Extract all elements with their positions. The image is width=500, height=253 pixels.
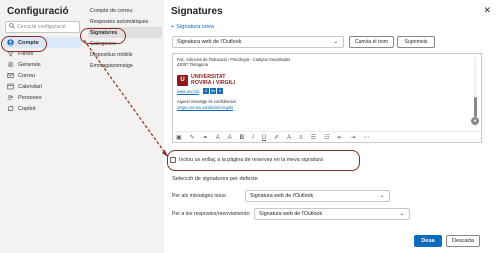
nav-item-label: Calendari xyxy=(18,83,42,90)
gear-icon xyxy=(7,61,14,68)
booking-link-checkbox-row[interactable]: Inclou un enllaç a la pàgina de reserves… xyxy=(170,154,360,166)
nav-item-copilot[interactable]: Copilot xyxy=(3,103,81,114)
search-icon xyxy=(9,23,15,31)
chevron-down-icon: ⌄ xyxy=(399,211,404,217)
mail-icon xyxy=(7,72,14,79)
person-icon xyxy=(7,39,14,46)
submenu-item-auto-replies[interactable]: Respostes automàtiques xyxy=(88,16,162,27)
logo-line-2: ROVIRA i VIRGILI xyxy=(191,80,235,86)
filter-icon xyxy=(7,50,14,57)
format-toolbar: ▣ ✎ ⚭ A A B I U ✐ A ≡ ☰ ☷ ⇤ ⇥ ⋯ xyxy=(172,131,482,143)
settings-title: Configuració xyxy=(7,6,69,17)
confidential-notice: Aquest missatge és confidencial. xyxy=(177,99,237,104)
nav-item-label: Generals xyxy=(18,61,41,68)
settings-nav-list: Compte Filtres Generals Correu Calendari… xyxy=(3,37,81,114)
social-icons: f in t xyxy=(203,88,223,94)
people-icon xyxy=(7,94,14,101)
new-messages-select[interactable]: Signatura web de l'Outlook ⌄ xyxy=(245,190,390,202)
legal-conditions-link[interactable]: Vegeu-ne les condicions legals xyxy=(177,105,233,110)
delete-button[interactable]: Suprimeix xyxy=(397,36,435,48)
signature-address: Fac. Ciències de l'Educació i Psicologia… xyxy=(177,57,290,67)
calendar-icon xyxy=(7,83,14,90)
nav-item-calendar[interactable]: Calendari xyxy=(3,81,81,92)
settings-search-input[interactable]: Cerca la configuració xyxy=(5,21,80,33)
nav-item-label: Compte xyxy=(18,39,39,46)
submenu-item-mobile-devices[interactable]: Dispositius mòbils xyxy=(88,49,162,60)
highlight-icon[interactable]: ✐ xyxy=(274,134,279,141)
nav-item-filters[interactable]: Filtres xyxy=(3,48,81,59)
submenu-item-email-account[interactable]: Compte de correu xyxy=(88,5,162,16)
outdent-icon[interactable]: ⇤ xyxy=(337,134,342,141)
submenu-item-storage[interactable]: Emmagatzematge xyxy=(88,60,162,71)
signature-line-2: 43007 Tarragona xyxy=(177,62,208,67)
editor-scrollbar-thumb[interactable] xyxy=(474,97,477,117)
image-icon[interactable]: ▣ xyxy=(176,134,182,141)
account-submenu: Compte de correu Respostes automàtiques … xyxy=(84,0,164,253)
nav-item-label: Persones xyxy=(18,94,42,101)
twitter-icon[interactable]: t xyxy=(217,88,223,94)
replies-value: Signatura web de l'Outlook xyxy=(259,211,323,217)
new-signature-label: Signatura nova xyxy=(176,24,214,30)
editor-assist-icon[interactable]: ● xyxy=(471,117,479,125)
close-icon[interactable]: ✕ xyxy=(483,5,491,16)
new-signature-button[interactable]: + Signatura nova xyxy=(171,24,214,30)
font-size-icon[interactable]: A xyxy=(216,135,220,141)
nav-item-mail[interactable]: Correu xyxy=(3,70,81,81)
font-color-icon[interactable]: A xyxy=(287,135,291,141)
underline-icon[interactable]: U xyxy=(262,135,266,141)
nav-item-people[interactable]: Persones xyxy=(3,92,81,103)
chevron-down-icon: ⌄ xyxy=(333,39,338,45)
nav-item-label: Copilot xyxy=(18,105,36,112)
booking-link-label: Inclou un enllaç a la pàgina de reserves… xyxy=(179,157,323,163)
signatures-panel: Signatures ✕ + Signatura nova Signatura … xyxy=(164,0,500,253)
signature-url-link[interactable]: www.urv.cat xyxy=(177,89,199,94)
replies-label: Per a les respostes/reenviaments: xyxy=(172,211,251,217)
nav-item-label: Correu xyxy=(18,72,36,79)
new-messages-value: Signatura web de l'Outlook xyxy=(250,193,314,199)
urv-logo-mark-icon: U xyxy=(177,74,188,86)
discard-button[interactable]: Descarta xyxy=(446,235,480,247)
plus-icon: + xyxy=(171,24,175,30)
defaults-section-title: Selecció de signatures per defecte xyxy=(172,176,258,182)
new-messages-label: Per als missatges nous: xyxy=(172,193,228,199)
brush-icon[interactable]: ✎ xyxy=(190,134,195,141)
numbering-icon[interactable]: ☷ xyxy=(324,134,329,141)
copilot-icon xyxy=(7,105,14,112)
submenu-item-signatures[interactable]: Signatures xyxy=(88,27,162,38)
chevron-down-icon: ⌄ xyxy=(379,193,384,199)
link-icon[interactable]: ⚭ xyxy=(203,134,208,141)
italic-icon[interactable]: I xyxy=(252,135,254,141)
nav-item-general[interactable]: Generals xyxy=(3,59,81,70)
indent-icon[interactable]: ⇥ xyxy=(351,134,356,141)
rename-button[interactable]: Canvia el nom xyxy=(349,36,394,48)
align-icon[interactable]: ≡ xyxy=(299,135,303,141)
more-options-icon[interactable]: ⋯ xyxy=(364,134,370,141)
save-button[interactable]: Desa xyxy=(414,235,442,247)
signature-select[interactable]: Signatura web de l'Outlook ⌄ xyxy=(172,36,344,48)
urv-logo: U UNIVERSITAT ROVIRA i VIRGILI xyxy=(177,73,237,87)
bold-icon[interactable]: B xyxy=(240,135,244,141)
page-title: Signatures xyxy=(171,6,223,17)
bullets-icon[interactable]: ☰ xyxy=(311,134,316,141)
search-placeholder: Cerca la configuració xyxy=(17,24,66,30)
facebook-icon[interactable]: f xyxy=(203,88,209,94)
nav-item-account[interactable]: Compte xyxy=(3,37,81,48)
signature-editor[interactable]: Fac. Ciències de l'Educació i Psicologia… xyxy=(172,53,482,143)
nav-item-label: Filtres xyxy=(18,50,34,57)
booking-link-checkbox[interactable] xyxy=(170,157,176,163)
font-size-2-icon[interactable]: A xyxy=(228,135,232,141)
linkedin-icon[interactable]: in xyxy=(210,88,216,94)
settings-nav-pane: Configuració Cerca la configuració Compt… xyxy=(0,0,84,253)
signature-select-value: Signatura web de l'Outlook xyxy=(177,39,242,45)
replies-select[interactable]: Signatura web de l'Outlook ⌄ xyxy=(254,208,410,220)
submenu-item-categories[interactable]: Categories xyxy=(88,38,162,49)
